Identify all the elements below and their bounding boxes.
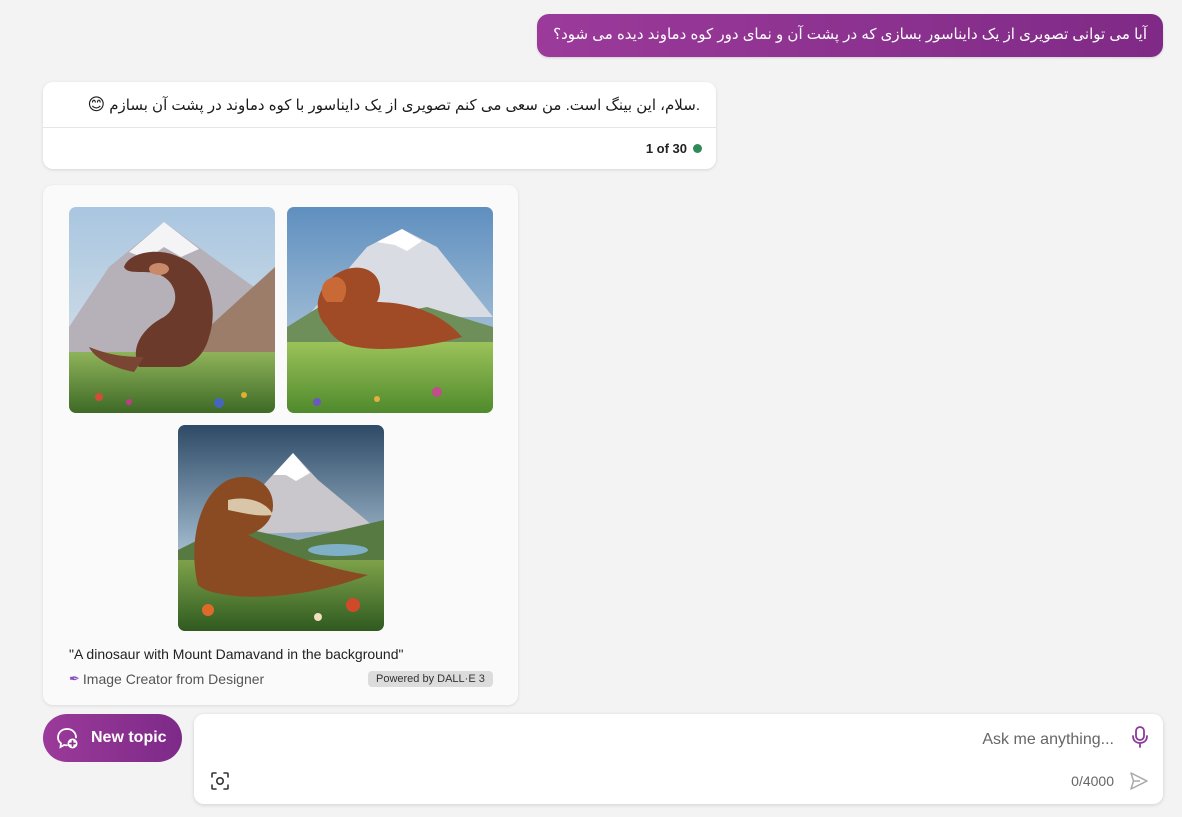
image-caption: "A dinosaur with Mount Damavand in the b…: [69, 646, 404, 662]
send-icon[interactable]: [1129, 771, 1149, 791]
smile-emoji-icon: 😊: [87, 94, 106, 114]
char-counter: 0/4000: [1071, 773, 1114, 789]
microphone-icon[interactable]: [1131, 726, 1149, 748]
bot-reply-card: .سلام، این بینگ است. من سعی می کنم تصویر…: [43, 82, 716, 169]
new-topic-label: New topic: [91, 729, 167, 746]
generated-image-3[interactable]: [178, 425, 384, 631]
visual-search-icon[interactable]: [210, 771, 230, 791]
chat-page: آیا می توانی تصویری از یک دایناسور بسازی…: [0, 0, 1182, 817]
designer-feather-icon: ✒: [69, 671, 80, 686]
status-dot-icon: [693, 144, 702, 153]
generated-image-1[interactable]: [69, 207, 275, 413]
bot-reply-footer: 1 of 30: [43, 128, 716, 169]
generated-image-2[interactable]: [287, 207, 493, 413]
new-topic-button[interactable]: New topic: [43, 714, 182, 762]
bot-reply-text: .سلام، این بینگ است. من سعی می کنم تصویر…: [109, 96, 700, 114]
generated-images-card: "A dinosaur with Mount Damavand in the b…: [43, 185, 518, 705]
image-creator-link[interactable]: ✒ Image Creator from Designer: [69, 671, 264, 687]
powered-by-badge: Powered by DALL·E 3: [368, 671, 493, 687]
user-message-bubble: آیا می توانی تصویری از یک دایناسور بسازی…: [537, 14, 1163, 57]
image-creator-label: Image Creator from Designer: [82, 671, 265, 687]
turn-counter: 1 of 30: [645, 141, 687, 156]
bot-reply-text-row: .سلام، این بینگ است. من سعی می کنم تصویر…: [43, 82, 716, 127]
composer-box: 0/4000: [194, 714, 1163, 804]
new-topic-chat-plus-icon: [57, 728, 78, 749]
ask-input[interactable]: [234, 726, 1114, 754]
